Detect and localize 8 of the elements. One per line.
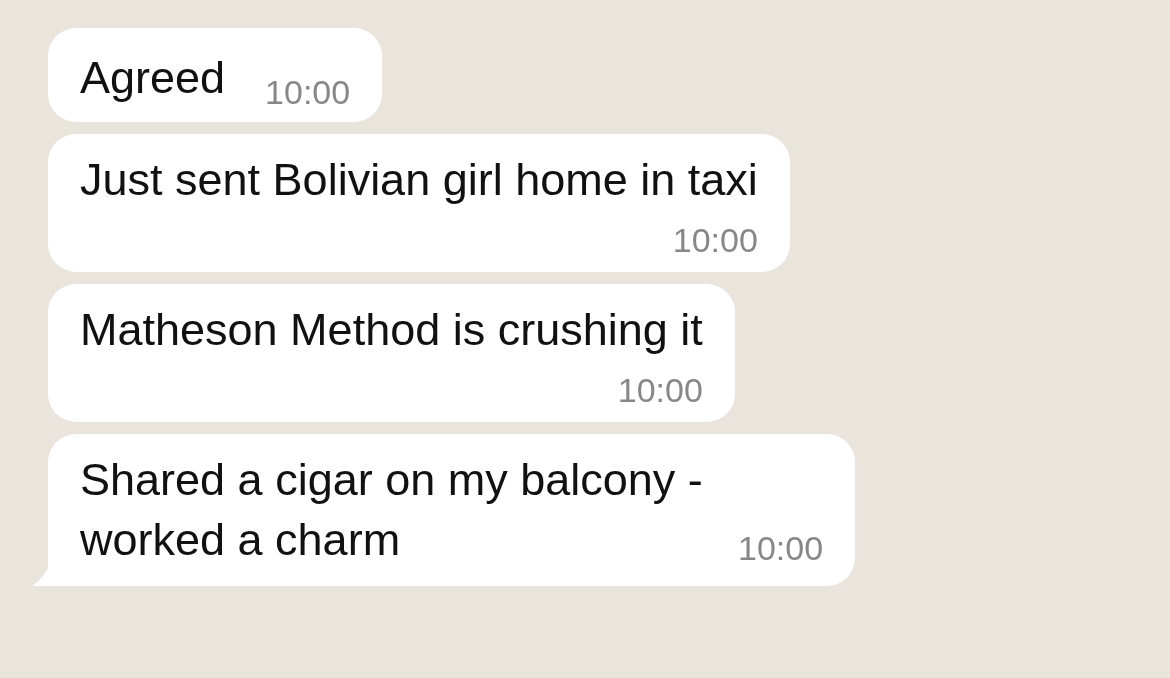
- message-text: Shared a cigar on my balcony - worked a charm: [80, 453, 704, 567]
- message-time: 10:00: [617, 370, 703, 410]
- message-text: Just sent Bolivian girl home in taxi: [80, 153, 758, 207]
- message-time: 10:00: [738, 528, 824, 568]
- message-text: Matheson Method is crushing it: [80, 303, 703, 357]
- message-text: Agreed: [80, 51, 226, 105]
- message-time: 10:00: [265, 72, 351, 112]
- message-time: 10:00: [672, 220, 758, 260]
